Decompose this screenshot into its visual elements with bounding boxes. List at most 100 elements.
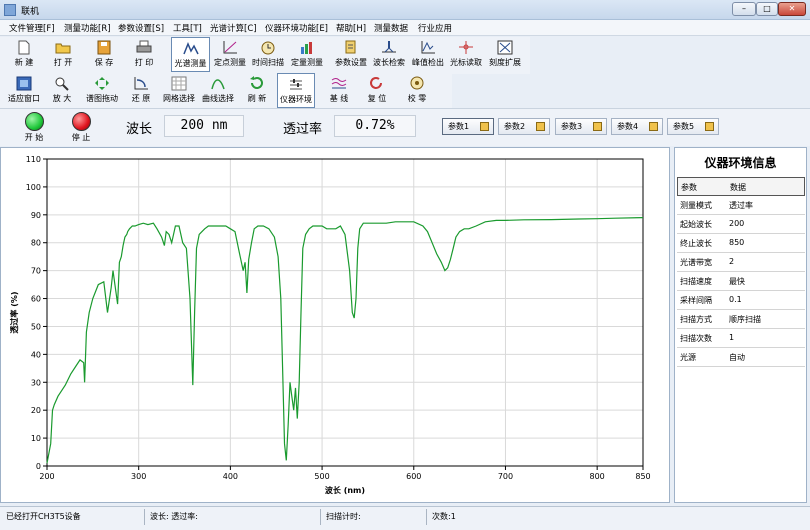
param1-button[interactable]: 参数1 [442, 118, 494, 135]
open-button[interactable]: 打 开 [47, 37, 79, 72]
y-axis-label: 透过率 (%) [9, 291, 19, 333]
start-button[interactable]: 开 始 [12, 111, 56, 145]
menu-instrument-env[interactable]: 仪器环境功能[E] [265, 22, 328, 34]
info-row: 测量模式 透过率 [677, 196, 805, 215]
cursor-read-button[interactable]: 光标读取 [447, 37, 485, 72]
spectrum-scan-button[interactable]: 光谱测量 [171, 37, 210, 72]
main-toolbar: 新 建 打 开 保 存 打 印 光谱测量 定点测量 时间扫描 定量测量 参数设置… [0, 37, 530, 74]
menu-help[interactable]: 帮助[H] [336, 22, 366, 34]
fit-window-icon [16, 76, 32, 91]
param-icon [536, 122, 545, 131]
quantitative-button[interactable]: 定量测量 [288, 37, 326, 72]
spectrum-curve [46, 217, 644, 464]
status-count: 次数:1 [432, 512, 456, 521]
x-axis-label: 波长 (nm) [325, 485, 365, 495]
print-button[interactable]: 打 印 [128, 37, 160, 72]
drag-spectrum-button[interactable]: 谱图拖动 [83, 73, 121, 108]
param2-button[interactable]: 参数2 [498, 118, 550, 135]
y-tick-label: 60 [31, 295, 41, 304]
fixed-point-button[interactable]: 定点测量 [211, 37, 249, 72]
menu-industry[interactable]: 行业应用 [418, 22, 452, 34]
peak-detect-button[interactable]: 峰值检出 [409, 37, 447, 72]
x-tick-label: 300 [131, 472, 146, 481]
minimize-button[interactable]: – [732, 2, 756, 16]
parameter-settings-button[interactable]: 参数设置 [332, 37, 370, 72]
y-tick-label: 80 [31, 239, 41, 248]
new-button[interactable]: 新 建 [8, 37, 40, 72]
spectrum-chart-panel[interactable]: 0 10 20 30 40 50 60 70 80 90 100 110 200 300 400 500 600… [0, 147, 670, 503]
info-row: 光谱带宽 2 [677, 253, 805, 272]
curve-select-icon [211, 79, 225, 90]
zero-calibrate-button[interactable]: 校 零 [398, 73, 436, 108]
instrument-info-panel: 仪器环境信息 参数 数据 测量模式 透过率 起始波长 200 终止波长 850 光谱带… [674, 147, 807, 503]
scale-extend-button[interactable]: 刻度扩展 [486, 37, 524, 72]
parameter-settings-icon [345, 40, 356, 54]
restore-button[interactable]: 还 原 [124, 73, 158, 108]
menu-tools[interactable]: 工具[T] [173, 22, 202, 34]
y-tick-label: 10 [31, 434, 41, 443]
open-folder-icon [55, 43, 71, 54]
y-tick-label: 70 [31, 267, 41, 276]
x-tick-label: 700 [498, 472, 513, 481]
stop-button[interactable]: 停 止 [59, 111, 103, 145]
info-row: 扫描次数 1 [677, 329, 805, 348]
grid-select-button[interactable]: 网格选择 [160, 73, 198, 108]
param-icon [593, 122, 602, 131]
spectrum-chart[interactable]: 0 10 20 30 40 50 60 70 80 90 100 110 200 300 400 500 600… [1, 148, 669, 502]
param4-button[interactable]: 参数4 [611, 118, 663, 135]
wavelength-search-icon [382, 41, 396, 53]
menu-measure-data[interactable]: 测量数据 [374, 22, 408, 34]
y-tick-label: 90 [31, 211, 41, 220]
param-icon [705, 122, 714, 131]
plot-frame [46, 158, 644, 467]
menu-spectrum-calc[interactable]: 光谱计算[C] [210, 22, 257, 34]
x-tick-label: 500 [314, 472, 329, 481]
info-row: 起始波长 200 [677, 215, 805, 234]
y-tick-label: 0 [36, 462, 41, 471]
wavelength-readout: 200 nm [164, 115, 244, 137]
status-bar: 已经打开CH3T5设备 波长: 透过率: 扫描计时: 次数:1 [0, 506, 810, 530]
save-button[interactable]: 保 存 [88, 37, 120, 72]
status-timer: 扫描计时: [326, 512, 361, 521]
quantitative-icon [301, 42, 312, 54]
y-tick-label: 50 [31, 322, 41, 331]
reset-button[interactable]: 复 位 [360, 73, 394, 108]
status-separator [320, 509, 321, 525]
wavelength-search-button[interactable]: 波长检索 [370, 37, 408, 72]
menu-params[interactable]: 参数设置[S] [118, 22, 164, 34]
instrument-env-button[interactable]: 仪器环境 [277, 73, 315, 108]
refresh-button[interactable]: 刷 新 [240, 73, 274, 108]
app-icon [4, 4, 16, 16]
zoom-in-icon [55, 77, 69, 91]
chart-grid [46, 158, 644, 467]
baseline-icon [331, 78, 347, 89]
start-indicator [24, 112, 44, 131]
zoom-in-button[interactable]: 放 大 [47, 73, 77, 108]
param5-button[interactable]: 参数5 [667, 118, 719, 135]
wavelength-label: 波长 [126, 122, 153, 137]
time-scan-icon [261, 41, 275, 55]
info-row: 终止波长 850 [677, 234, 805, 253]
maximize-button[interactable]: □ [756, 2, 778, 16]
title-bar: 联机 – □ ✕ [0, 0, 810, 20]
param3-button[interactable]: 参数3 [555, 118, 607, 135]
close-button[interactable]: ✕ [778, 2, 806, 16]
menu-measure[interactable]: 测量功能[R] [64, 22, 111, 34]
instrument-env-icon [290, 79, 302, 90]
zero-calibrate-icon [410, 76, 424, 90]
control-panel: 开 始 停 止 波长 200 nm 透过率 0.72% 参数1 参数2 参数3 … [0, 108, 810, 146]
status-device: 已经打开CH3T5设备 [6, 512, 81, 521]
status-separator [426, 509, 427, 525]
restore-icon [134, 77, 148, 90]
fit-window-button[interactable]: 适应窗口 [4, 73, 44, 108]
spectrum-scan-icon [182, 42, 199, 55]
info-panel-title: 仪器环境信息 [704, 156, 777, 170]
menu-file[interactable]: 文件管理[F] [9, 22, 55, 34]
y-tick-label: 30 [31, 378, 41, 387]
time-scan-button[interactable]: 时间扫描 [249, 37, 287, 72]
window-title: 联机 [21, 7, 40, 17]
curve-select-button[interactable]: 曲线选择 [199, 73, 237, 108]
baseline-button[interactable]: 基 线 [320, 73, 358, 108]
info-row: 扫描速度 最快 [677, 272, 805, 291]
grid-select-icon [171, 76, 187, 91]
